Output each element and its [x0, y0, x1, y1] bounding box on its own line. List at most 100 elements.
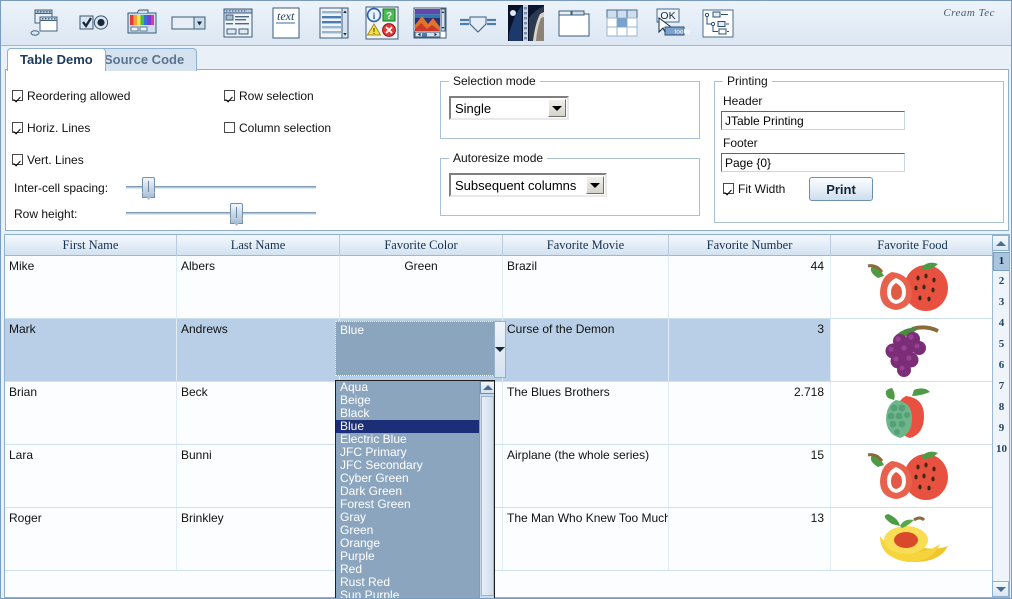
internal-frame-icon[interactable] [23, 3, 69, 43]
cell-favorite-number[interactable]: 13 [669, 508, 831, 570]
column-header-favorite-food[interactable]: Favorite Food [831, 235, 994, 256]
scroll-page-8[interactable]: 8 [993, 397, 1010, 418]
checkbox-vert-lines[interactable]: Vert. Lines [12, 153, 84, 167]
tab-source-code[interactable]: Source Code [91, 48, 197, 71]
combo-box-icon[interactable] [167, 3, 213, 43]
cell-favorite-food[interactable] [831, 256, 994, 318]
cell-first-name[interactable]: Lara [5, 445, 177, 507]
checkbox-box [723, 183, 734, 194]
slider-inter-cell-spacing[interactable] [126, 177, 316, 197]
cell-favorite-food[interactable] [831, 508, 994, 570]
scroll-page-10[interactable]: 10 [993, 439, 1010, 460]
combo-selection-mode[interactable]: Single [449, 96, 569, 120]
scroll-page-9[interactable]: 9 [993, 418, 1010, 439]
cell-favorite-movie[interactable]: The Man Who Knew Too Much [503, 508, 669, 570]
scroll-page-2[interactable]: 2 [993, 271, 1010, 292]
slider-thumb[interactable] [142, 177, 155, 198]
checkbox-label: Reordering allowed [27, 89, 130, 103]
cell-first-name[interactable]: Mark [5, 319, 177, 381]
cell-first-name[interactable]: Brian [5, 382, 177, 444]
toolbar: text i ? [1, 1, 1012, 46]
scroll-page-6[interactable]: 6 [993, 355, 1010, 376]
favorite-color-cell-editor[interactable]: Blue [335, 321, 495, 376]
split-pane-icon[interactable] [455, 3, 501, 43]
slider-row-height[interactable] [126, 203, 316, 223]
cell-last-name[interactable]: Beck [177, 382, 340, 444]
dropdown-item-sun-purple[interactable]: Sun Purple [336, 589, 481, 599]
checkbox-column-selection[interactable]: Column selection [224, 121, 331, 135]
tree-icon[interactable] [695, 3, 741, 43]
scroll-up-button[interactable] [992, 235, 1009, 251]
raspberry-icon [866, 384, 958, 442]
checkbox-reordering-allowed[interactable]: Reordering allowed [12, 89, 130, 103]
table-row[interactable]: Lara Bunni Airplane (the whole series) 1… [5, 445, 994, 508]
input-print-footer[interactable] [721, 153, 905, 172]
scroll-page-3[interactable]: 3 [993, 292, 1010, 313]
jtable-demo-window: text i ? [0, 0, 1012, 599]
tabbed-pane-icon[interactable] [551, 3, 597, 43]
input-print-header[interactable] [721, 111, 905, 130]
option-pane-icon[interactable]: i ? ! [359, 3, 405, 43]
cell-favorite-movie[interactable]: Airplane (the whole series) [503, 445, 669, 507]
editor-pane-icon[interactable]: text [263, 3, 309, 43]
cell-favorite-color[interactable]: Green [340, 256, 503, 318]
tool-tip-icon[interactable]: OK tooltip [647, 3, 693, 43]
slider-thumb[interactable] [230, 203, 243, 224]
cell-favorite-movie[interactable]: Curse of the Demon [503, 319, 669, 381]
tab-table-demo[interactable]: Table Demo [7, 48, 106, 71]
cell-first-name[interactable]: Roger [5, 508, 177, 570]
dropdown-scrollbar[interactable] [479, 381, 494, 599]
checkbox-horiz-lines[interactable]: Horiz. Lines [12, 121, 90, 135]
column-header-favorite-movie[interactable]: Favorite Movie [503, 235, 669, 256]
cell-favorite-number[interactable]: 44 [669, 256, 831, 318]
scroll-page-5[interactable]: 5 [993, 334, 1010, 355]
cell-favorite-movie[interactable]: The Blues Brothers [503, 382, 669, 444]
table-header-row: First Name Last Name Favorite Color Favo… [5, 235, 994, 256]
scroll-page-7[interactable]: 7 [993, 376, 1010, 397]
scroll-page-4[interactable]: 4 [993, 313, 1010, 334]
filmstrip-icon[interactable] [503, 3, 549, 43]
dropdown-item-list: Aqua Beige Black Blue Electric Blue JFC … [336, 381, 481, 599]
table-row[interactable]: Brian Beck The Blues Brothers 2.718 [5, 382, 994, 445]
chevron-down-icon[interactable] [494, 321, 506, 378]
table-row[interactable]: Mike Albers Green Brazil 44 [5, 256, 994, 319]
table-row[interactable]: Roger Brinkley The Man Who Knew Too Much… [5, 508, 994, 571]
cell-favorite-food[interactable] [831, 382, 994, 444]
favorite-color-dropdown-popup[interactable]: Aqua Beige Black Blue Electric Blue JFC … [335, 380, 495, 599]
table-icon[interactable] [599, 3, 645, 43]
checkbox-row-selection[interactable]: Row selection [224, 89, 314, 103]
cell-first-name[interactable]: Mike [5, 256, 177, 318]
checkbox-fit-width[interactable]: Fit Width [723, 182, 785, 196]
dialog-icon[interactable] [215, 3, 261, 43]
checkbox-radio-icon[interactable] [71, 3, 117, 43]
checkbox-box [12, 154, 23, 165]
image-viewer-icon[interactable] [407, 3, 453, 43]
column-header-last-name[interactable]: Last Name [177, 235, 340, 256]
cell-last-name[interactable]: Andrews [177, 319, 340, 381]
group-autoresize-mode-title: Autoresize mode [449, 151, 547, 165]
scroll-page-1[interactable]: 1 [993, 252, 1010, 271]
list-icon[interactable] [311, 3, 357, 43]
column-header-first-name[interactable]: First Name [5, 235, 177, 256]
chevron-down-icon[interactable] [548, 99, 566, 117]
print-button[interactable]: Print [809, 177, 873, 201]
dropdown-scroll-thumb[interactable] [481, 396, 494, 596]
table-vertical-scrollbar[interactable]: 1 2 3 4 5 6 7 8 9 10 [992, 235, 1009, 597]
cell-favorite-number[interactable]: 3 [669, 319, 831, 381]
cell-favorite-number[interactable]: 2.718 [669, 382, 831, 444]
cell-favorite-food[interactable] [831, 319, 994, 381]
chevron-down-icon[interactable] [586, 176, 604, 194]
color-chooser-icon[interactable] [119, 3, 165, 43]
column-header-favorite-color[interactable]: Favorite Color [340, 235, 503, 256]
combo-autoresize-mode[interactable]: Subsequent columns [449, 173, 607, 197]
table-body: Mike Albers Green Brazil 44 [5, 256, 994, 598]
cell-last-name[interactable]: Albers [177, 256, 340, 318]
cell-favorite-number[interactable]: 15 [669, 445, 831, 507]
cell-last-name[interactable]: Bunni [177, 445, 340, 507]
cell-favorite-movie[interactable]: Brazil [503, 256, 669, 318]
column-header-favorite-number[interactable]: Favorite Number [669, 235, 831, 256]
cell-last-name[interactable]: Brinkley [177, 508, 340, 570]
dropdown-scroll-up-button[interactable] [480, 381, 495, 394]
scroll-down-button[interactable] [992, 581, 1009, 597]
cell-favorite-food[interactable] [831, 445, 994, 507]
